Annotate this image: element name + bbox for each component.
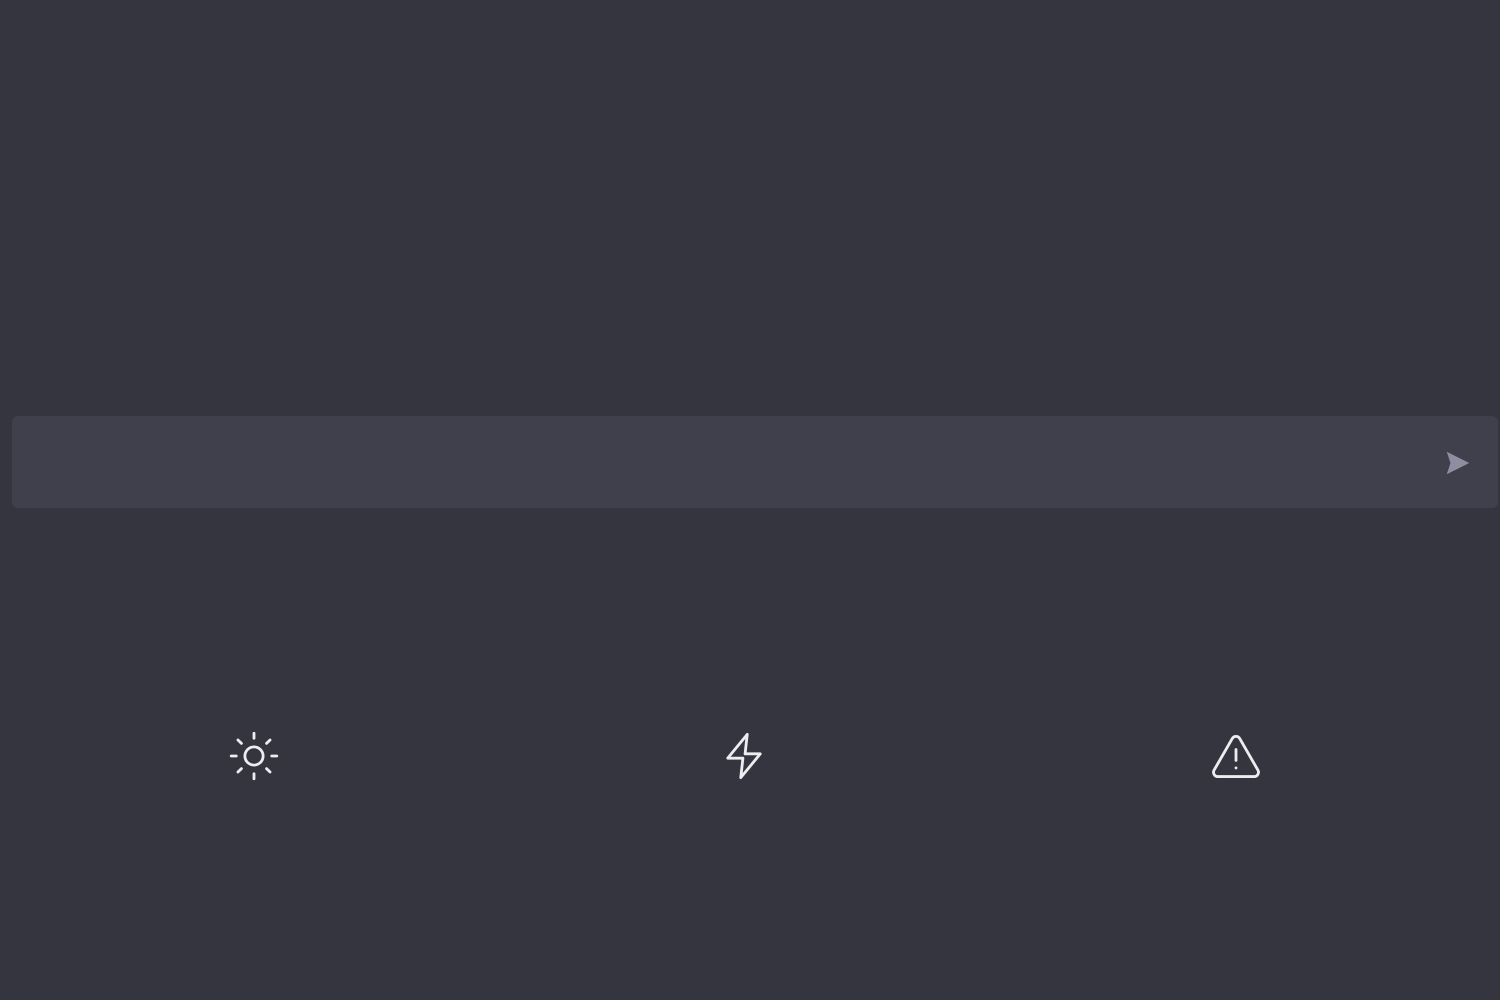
chat-app-window [0,0,1500,1000]
send-icon [1443,448,1473,481]
message-composer [12,416,1498,508]
lightning-bolt-icon [718,730,770,782]
message-input[interactable] [12,416,1412,508]
feature-icons-row [0,730,1500,782]
send-button[interactable] [1432,442,1484,486]
warning-triangle-icon [1210,730,1262,782]
sun-icon [228,730,280,782]
